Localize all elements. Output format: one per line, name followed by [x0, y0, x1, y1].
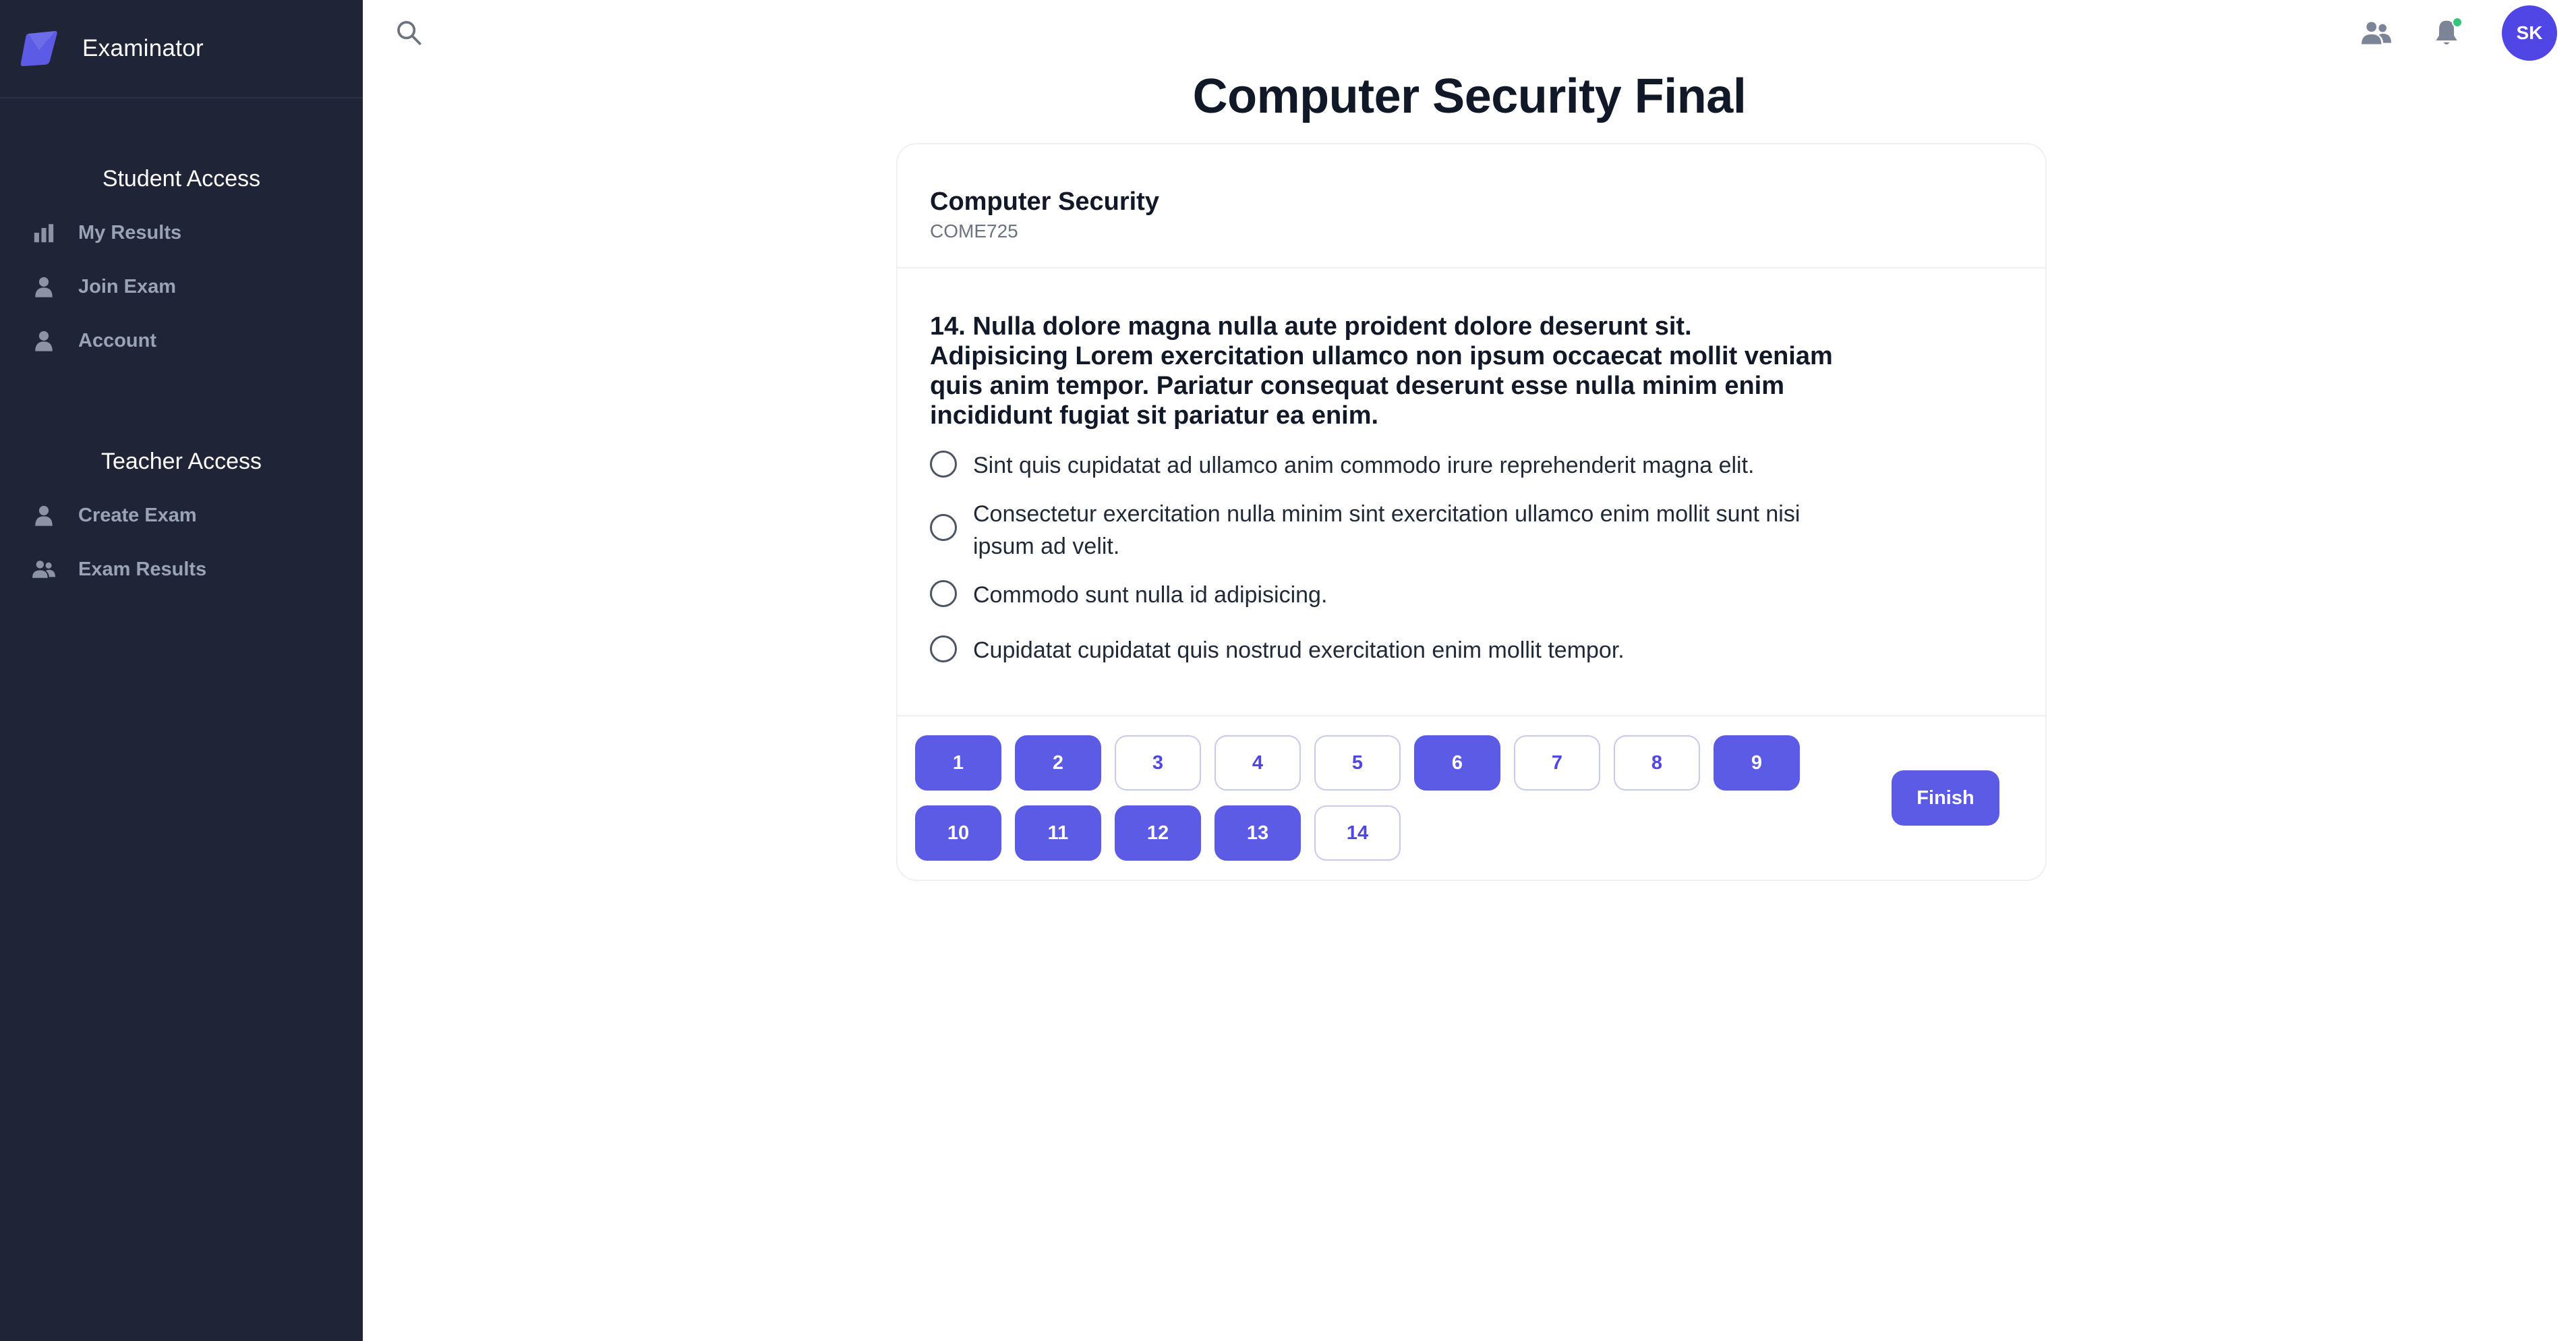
sidebar-item-account[interactable]: Account [0, 314, 363, 368]
question-number-button[interactable]: 4 [1214, 735, 1301, 791]
sidebar-item-exam-results[interactable]: Exam Results [0, 542, 363, 596]
teacher-access-title: Teacher Access [100, 449, 262, 474]
users-icon [32, 558, 55, 581]
brand-name: Examinator [82, 35, 204, 61]
user-icon [32, 504, 55, 527]
question-number-grid: 1 2 3 4 5 6 7 8 9 10 11 12 13 14 [915, 735, 1813, 861]
question-number-button[interactable]: 8 [1614, 735, 1700, 791]
sidebar-item-label: My Results [78, 221, 182, 244]
sidebar: Examinator Student Access My Results Joi… [0, 0, 363, 1341]
course-code: COME725 [930, 221, 1018, 241]
sidebar-item-create-exam[interactable]: Create Exam [0, 488, 363, 542]
answer-options: Sint quis cupidatat ad ullamco anim comm… [930, 449, 2013, 666]
user-icon [32, 329, 55, 352]
bar-chart-icon [32, 221, 55, 244]
question-number-button[interactable]: 10 [915, 805, 1001, 861]
question-number-button[interactable]: 14 [1314, 805, 1401, 861]
question-number-button[interactable]: 12 [1115, 805, 1201, 861]
sidebar-item-label: Exam Results [78, 558, 207, 580]
brand[interactable]: Examinator [0, 0, 363, 98]
question-number-button[interactable]: 2 [1015, 735, 1101, 791]
sidebar-item-my-results[interactable]: My Results [0, 206, 363, 260]
question-number-button[interactable]: 6 [1414, 735, 1500, 791]
sidebar-item-label: Join Exam [78, 275, 177, 297]
course-header: Computer Security COME725 [898, 144, 2045, 268]
question-number-button[interactable]: 1 [915, 735, 1001, 791]
users-icon[interactable] [2362, 18, 2391, 48]
radio-button[interactable] [930, 451, 957, 478]
option-text: Sint quis cupidatat ad ullamco anim comm… [973, 453, 1755, 478]
student-access-title: Student Access [102, 166, 261, 192]
question-number-button[interactable]: 5 [1314, 735, 1401, 791]
course-name: Computer Security [930, 188, 1159, 216]
teacher-access-section: Teacher Access Create Exam Exam Results [0, 449, 363, 596]
notification-dot [2452, 17, 2463, 28]
main-content: SK Computer Security Final Computer Secu… [363, 0, 2576, 1341]
question-panel: 14. Nulla dolore magna nulla aute proide… [898, 268, 2045, 716]
sidebar-item-join-exam[interactable]: Join Exam [0, 260, 363, 314]
question-text: 14. Nulla dolore magna nulla aute proide… [930, 312, 1833, 430]
finish-button[interactable]: Finish [1892, 770, 1999, 826]
answer-option[interactable]: Cupidatat cupidatat quis nostrud exercit… [930, 634, 2013, 666]
question-number-button[interactable]: 13 [1214, 805, 1301, 861]
user-icon [32, 275, 55, 298]
option-text: Consectetur exercitation nulla minim sin… [973, 501, 1801, 559]
answer-option[interactable]: Consectetur exercitation nulla minim sin… [930, 498, 2013, 563]
exam-card: Computer Security COME725 14. Nulla dolo… [896, 143, 2047, 881]
examinator-logo-icon [20, 31, 57, 66]
question-number-button[interactable]: 3 [1115, 735, 1201, 791]
search-icon[interactable] [395, 19, 422, 46]
question-number-button[interactable]: 9 [1714, 735, 1800, 791]
question-navigation: 1 2 3 4 5 6 7 8 9 10 11 12 13 14 Finish [898, 716, 2045, 878]
avatar[interactable]: SK [2502, 5, 2557, 61]
question-number-button[interactable]: 11 [1015, 805, 1101, 861]
page-title: Computer Security Final [1192, 69, 1747, 123]
radio-button[interactable] [930, 635, 957, 662]
app-root: Examinator Student Access My Results Joi… [0, 0, 2576, 1341]
topbar-actions: SK [2362, 5, 2557, 61]
sidebar-item-label: Create Exam [78, 504, 197, 526]
bell-icon[interactable] [2432, 17, 2463, 48]
option-text: Cupidatat cupidatat quis nostrud exercit… [973, 637, 1624, 663]
answer-option[interactable]: Commodo sunt nulla id adipisicing. [930, 579, 2013, 611]
sidebar-item-label: Account [78, 329, 156, 351]
question-number-button[interactable]: 7 [1514, 735, 1600, 791]
radio-button[interactable] [930, 580, 957, 607]
option-text: Commodo sunt nulla id adipisicing. [973, 582, 1328, 608]
radio-button[interactable] [930, 514, 957, 541]
student-access-section: Student Access My Results Join Exam Acco… [0, 166, 363, 368]
answer-option[interactable]: Sint quis cupidatat ad ullamco anim comm… [930, 449, 2013, 482]
